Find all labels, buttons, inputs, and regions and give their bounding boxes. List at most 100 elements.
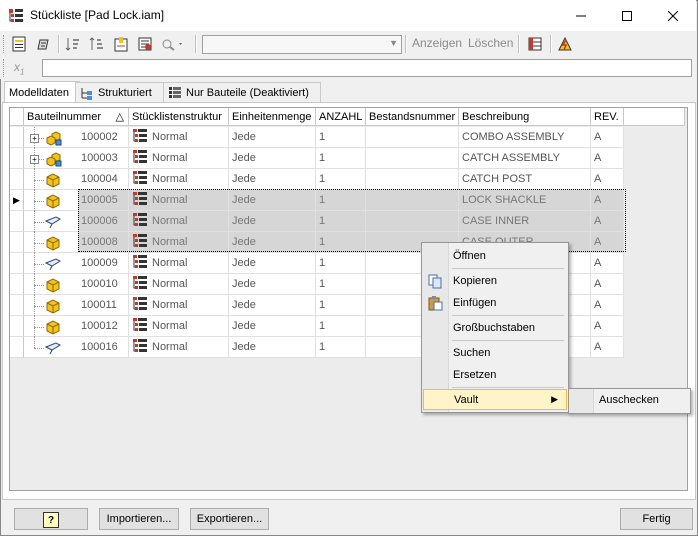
chevron-down-icon[interactable]: ▼ xyxy=(389,38,398,48)
row-header-corner[interactable] xyxy=(10,108,24,126)
cell-structure[interactable]: Normal xyxy=(129,253,229,274)
cell-unit[interactable]: Jede xyxy=(229,274,316,295)
column-header-anzahl[interactable]: ANZAHL xyxy=(316,108,366,126)
cell-rev[interactable]: A xyxy=(591,337,624,358)
cell-stock[interactable] xyxy=(366,169,459,190)
cell-stock[interactable] xyxy=(366,190,459,211)
cell-qty[interactable]: 1 xyxy=(316,253,366,274)
find-dropdown-icon[interactable] xyxy=(160,35,186,53)
cell-structure[interactable]: Normal xyxy=(129,127,229,148)
row-header[interactable] xyxy=(10,337,24,358)
close-button[interactable] xyxy=(650,0,696,31)
tab-strukturiert[interactable]: Strukturiert xyxy=(75,82,168,102)
cell-qty[interactable]: 1 xyxy=(316,211,366,232)
column-header-struktur[interactable]: Stücklistenstruktur xyxy=(129,108,229,126)
tree-cell[interactable] xyxy=(24,169,80,190)
cell-part[interactable]: 100006 xyxy=(78,211,129,232)
cell-desc[interactable]: CASE INNER xyxy=(459,211,591,232)
row-header[interactable] xyxy=(10,211,24,232)
cell-qty[interactable]: 1 xyxy=(316,295,366,316)
cell-qty[interactable]: 1 xyxy=(316,127,366,148)
cell-desc[interactable]: COMBO ASSEMBLY xyxy=(459,127,591,148)
cell-part[interactable]: 100012 xyxy=(78,316,129,337)
import-button[interactable]: Importieren... xyxy=(99,508,179,530)
anzeigen-button[interactable]: Anzeigen xyxy=(412,36,462,50)
formula-input[interactable] xyxy=(42,59,692,77)
cell-unit[interactable]: Jede xyxy=(229,232,316,253)
cell-rev[interactable]: A xyxy=(591,232,624,253)
cell-qty[interactable]: 1 xyxy=(316,169,366,190)
cell-rev[interactable]: A xyxy=(591,148,624,169)
menu-item-einfuegen[interactable]: Einfügen xyxy=(423,292,567,313)
cell-part[interactable]: 100011 xyxy=(78,295,129,316)
cell-rev[interactable]: A xyxy=(591,190,624,211)
cell-unit[interactable]: Jede xyxy=(229,211,316,232)
cell-structure[interactable]: Normal xyxy=(129,337,229,358)
help-button[interactable]: ? xyxy=(14,508,88,530)
menu-item-grossbuchstaben[interactable]: Großbuchstaben xyxy=(423,317,567,338)
cell-qty[interactable]: 1 xyxy=(316,148,366,169)
cell-rev[interactable]: A xyxy=(591,127,624,148)
cell-stock[interactable] xyxy=(366,127,459,148)
view-options-icon[interactable] xyxy=(10,35,28,53)
cell-part[interactable]: 100004 xyxy=(78,169,129,190)
cell-rev[interactable]: A xyxy=(591,274,624,295)
row-header[interactable] xyxy=(10,232,24,253)
cell-structure[interactable]: Normal xyxy=(129,169,229,190)
cell-rev[interactable]: A xyxy=(591,295,624,316)
cell-part[interactable]: 100008 xyxy=(78,232,129,253)
cell-structure[interactable]: Normal xyxy=(129,190,229,211)
cell-part[interactable]: 100009 xyxy=(78,253,129,274)
menu-item-ersetzen[interactable]: Ersetzen xyxy=(423,364,567,385)
cell-unit[interactable]: Jede xyxy=(229,127,316,148)
tree-cell[interactable] xyxy=(24,316,80,337)
cell-rev[interactable]: A xyxy=(591,253,624,274)
toolbar-grip[interactable] xyxy=(3,35,7,53)
row-header[interactable] xyxy=(10,169,24,190)
tree-cell[interactable] xyxy=(24,253,80,274)
renumber-icon[interactable] xyxy=(112,35,130,53)
compare-icon[interactable] xyxy=(136,35,154,53)
column-header-bauteilnummer[interactable]: Bauteilnummer △ xyxy=(24,108,129,126)
row-header[interactable]: ▶ xyxy=(10,190,24,211)
tree-cell[interactable] xyxy=(24,274,80,295)
cell-desc[interactable]: LOCK SHACKLE xyxy=(459,190,591,211)
tree-cell[interactable] xyxy=(24,211,80,232)
cell-unit[interactable]: Jede xyxy=(229,190,316,211)
edit-icon[interactable] xyxy=(34,35,52,53)
cell-structure[interactable]: Normal xyxy=(129,316,229,337)
cell-qty[interactable]: 1 xyxy=(316,316,366,337)
expand-icon[interactable]: + xyxy=(30,155,39,164)
cell-unit[interactable]: Jede xyxy=(229,337,316,358)
column-header-rev[interactable]: REV. xyxy=(591,108,624,126)
row-header[interactable] xyxy=(10,253,24,274)
menu-item-vault[interactable]: Vault ▶ xyxy=(423,389,567,410)
cell-desc[interactable]: CATCH ASSEMBLY xyxy=(459,148,591,169)
tree-cell[interactable] xyxy=(24,232,80,253)
cell-part[interactable]: 100010 xyxy=(78,274,129,295)
cell-unit[interactable]: Jede xyxy=(229,316,316,337)
cell-unit[interactable]: Jede xyxy=(229,169,316,190)
tab-modelldaten[interactable]: Modelldaten xyxy=(4,81,80,103)
table-row[interactable]: 100004 Normal Jede 1 CATCH POST A xyxy=(10,169,624,190)
row-header[interactable] xyxy=(10,295,24,316)
cell-stock[interactable] xyxy=(366,148,459,169)
minimize-button[interactable] xyxy=(558,0,604,31)
cell-rev[interactable]: A xyxy=(591,316,624,337)
cell-stock[interactable] xyxy=(366,211,459,232)
tree-cell[interactable] xyxy=(24,295,80,316)
cell-rev[interactable]: A xyxy=(591,169,624,190)
cell-part[interactable]: 100005 xyxy=(78,190,129,211)
row-header[interactable] xyxy=(10,274,24,295)
title-bar[interactable]: Stückliste [Pad Lock.iam] xyxy=(0,0,696,31)
maximize-button[interactable] xyxy=(604,0,650,31)
sort-ascending-icon[interactable] xyxy=(64,35,82,53)
cell-structure[interactable]: Normal xyxy=(129,211,229,232)
menu-item-suchen[interactable]: Suchen xyxy=(423,342,567,363)
menu-item-kopieren[interactable]: Kopieren xyxy=(423,270,567,291)
expand-icon[interactable]: + xyxy=(30,134,39,143)
table-row[interactable]: ▶ 100005 Normal Jede 1 LOCK SHACKLE A xyxy=(10,190,624,211)
sort-descending-icon[interactable] xyxy=(88,35,106,53)
update-icon[interactable] xyxy=(556,35,574,53)
tree-cell[interactable] xyxy=(24,337,80,358)
